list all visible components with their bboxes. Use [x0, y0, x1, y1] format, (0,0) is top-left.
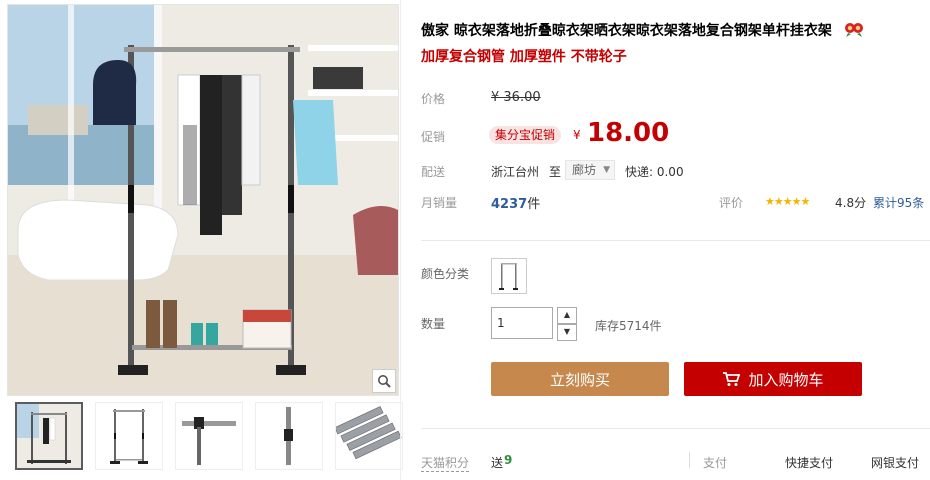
rating-stars: ★★★★★ [765, 194, 810, 208]
tmall-points-label: 天猫积分 [421, 456, 470, 472]
points-value: 9 [504, 453, 513, 467]
promotion-ribbon-icon [844, 23, 863, 37]
chevron-down-icon: ▼ [603, 165, 611, 175]
star-icons: ★★★★★ [765, 195, 810, 208]
ship-from: 浙江台州 [491, 165, 540, 179]
quantity-increment-button[interactable]: ▲ [557, 307, 577, 324]
destination-value: 廊坊 [572, 163, 597, 177]
add-to-cart-button[interactable]: 加入购物车 [684, 362, 862, 396]
monthly-sales-label: 月销量 [421, 196, 458, 210]
quantity-decrement-button[interactable]: ▼ [557, 324, 577, 341]
color-option-rack[interactable] [491, 258, 527, 294]
add-to-cart-label: 加入购物车 [748, 370, 824, 389]
stock-count: 库存5714件 [595, 319, 662, 333]
rack-frame-thumbnail [110, 409, 148, 464]
payment-label: 支付 [703, 456, 728, 470]
service-row: 天猫积分 送 9 支付 快捷支付 网银支付 [401, 448, 930, 472]
shopping-cart-icon [723, 372, 741, 386]
price-label: 价格 [421, 92, 446, 106]
steel-pipes-thumbnail [336, 406, 402, 460]
thumbnail-4[interactable] [255, 402, 323, 470]
shipping-label: 配送 [421, 165, 446, 179]
quantity-input[interactable] [491, 307, 553, 339]
original-price: ¥ 36.00 [491, 90, 541, 105]
product-subtitle: 加厚复合钢管 加厚塑件 不带轮子 [421, 49, 627, 65]
zoom-button[interactable] [372, 369, 396, 393]
thumbnail-strip [7, 402, 403, 474]
thumbnail-1[interactable] [15, 402, 83, 470]
product-title: 傲家 晾衣架落地折叠晾衣架晒衣架晾衣架落地复合钢架单杆挂衣架 [421, 23, 832, 39]
rack-scene-thumbnail [17, 404, 81, 468]
product-photo [8, 5, 398, 395]
review-count-link[interactable]: 累计95条 [873, 194, 924, 211]
quantity-label: 数量 [421, 317, 446, 331]
clip-detail-thumbnail [284, 407, 293, 465]
color-category-label: 颜色分类 [421, 267, 470, 281]
thumbnail-3[interactable] [175, 402, 243, 470]
product-title-row: 傲家 晾衣架落地折叠晾衣架晒衣架晾衣架落地复合钢架单杆挂衣架 [421, 20, 911, 42]
thumbnail-2[interactable] [95, 402, 163, 470]
product-info-panel: 傲家 晾衣架落地折叠晾衣架晒衣架晾衣架落地复合钢架单杆挂衣架 加厚复合钢管 加厚… [400, 0, 930, 480]
divider [689, 452, 690, 468]
promo-price: 18.00 [587, 118, 670, 148]
destination-select[interactable]: 廊坊 ▼ [565, 160, 616, 180]
joint-detail-thumbnail [182, 417, 236, 465]
ship-to-word: 至 [549, 165, 562, 179]
express-fee: 快递: 0.00 [625, 165, 684, 179]
quick-pay-link[interactable]: 快捷支付 [785, 454, 833, 471]
points-give: 送 [491, 456, 504, 470]
buy-now-button[interactable]: 立刻购买 [491, 362, 669, 396]
product-main-image[interactable] [7, 4, 399, 396]
divider [421, 428, 930, 429]
promo-badge: 集分宝促销 [489, 126, 562, 144]
promo-label: 促销 [421, 130, 446, 144]
sales-count: 4237 [491, 197, 528, 212]
sales-unit: 件 [527, 197, 541, 212]
buy-now-label: 立刻购买 [549, 370, 610, 389]
monthly-sales: 4237件 [491, 193, 540, 212]
currency-symbol: ¥ [573, 128, 581, 142]
magnifier-icon [378, 375, 391, 388]
rating-score: 4.8分 [835, 196, 867, 210]
divider [421, 240, 930, 241]
bank-pay-link[interactable]: 网银支付 [871, 454, 919, 471]
rack-option-icon [499, 263, 518, 290]
thumbnail-5[interactable] [335, 402, 403, 470]
rating-label: 评价 [719, 196, 744, 210]
